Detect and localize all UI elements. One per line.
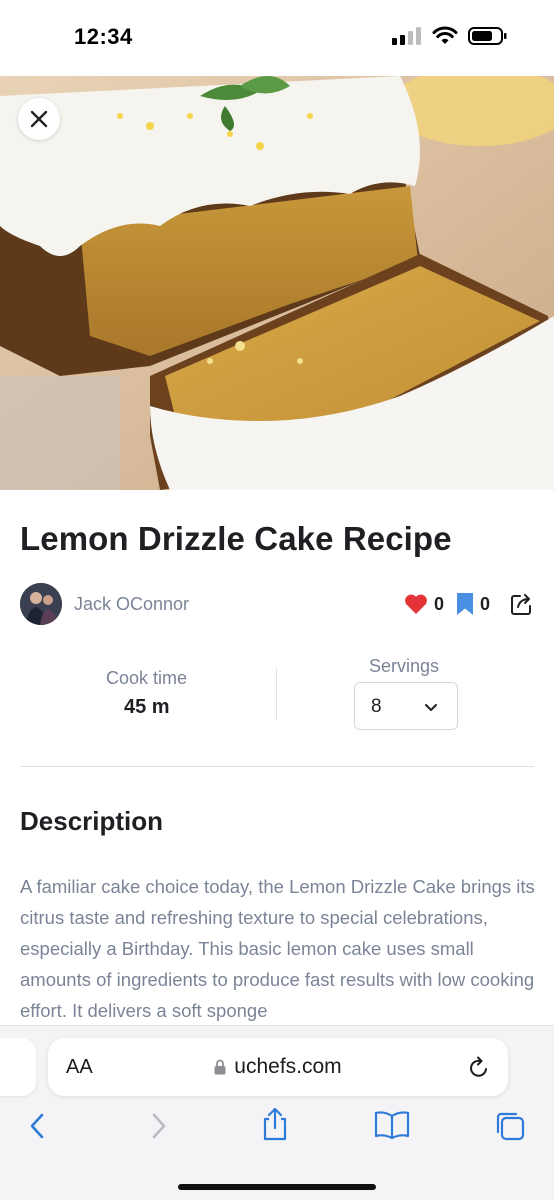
- like-button[interactable]: 0: [404, 593, 444, 615]
- share-button[interactable]: [510, 592, 534, 616]
- back-icon[interactable]: [26, 1110, 50, 1142]
- servings-select[interactable]: 8: [354, 682, 458, 730]
- recipe-meta: Cook time 45 m Servings 8: [20, 656, 534, 736]
- section-divider: [20, 766, 534, 767]
- bookmark-count: 0: [479, 593, 490, 614]
- like-count: 0: [433, 593, 444, 614]
- heart-icon: [405, 594, 427, 614]
- bookmark-button[interactable]: 0: [456, 592, 490, 616]
- home-indicator: [178, 1184, 376, 1190]
- close-icon: [30, 110, 48, 128]
- servings-value: 8: [371, 696, 382, 717]
- chevron-down-icon: [425, 704, 437, 711]
- bookmarks-icon[interactable]: [374, 1110, 410, 1140]
- recipe-title: Lemon Drizzle Cake Recipe: [20, 520, 452, 557]
- avatar-image: [20, 583, 62, 625]
- author-name[interactable]: Jack OConnor: [74, 594, 189, 615]
- author-row: Jack OConnor 0 0: [20, 583, 534, 625]
- servings-label: Servings: [369, 656, 440, 676]
- status-time: 12:34: [74, 24, 133, 49]
- address-bar[interactable]: AA uchefs.com: [48, 1038, 508, 1096]
- close-button[interactable]: [18, 98, 60, 140]
- meta-divider: [276, 668, 277, 720]
- share-sheet-icon[interactable]: [260, 1106, 290, 1142]
- signal-icon: [392, 27, 421, 45]
- recipe-actions: 0 0: [392, 592, 534, 616]
- share-icon: [511, 594, 531, 615]
- browser-chrome: AA uchefs.com: [0, 1025, 554, 1200]
- status-bar: 12:34: [0, 0, 554, 76]
- hero-image: [0, 76, 554, 490]
- description-heading: Description: [20, 806, 164, 836]
- status-icons: [392, 26, 508, 46]
- battery-icon: [468, 27, 507, 45]
- forward-icon[interactable]: [146, 1110, 170, 1142]
- url-text: uchefs.com: [234, 1055, 342, 1078]
- bookmark-icon: [456, 593, 473, 615]
- lock-icon: [214, 1059, 226, 1075]
- previous-tab-preview[interactable]: [0, 1038, 36, 1096]
- avatar[interactable]: [20, 583, 62, 625]
- cake-illustration: [0, 76, 554, 490]
- cook-time-label: Cook time: [106, 668, 188, 688]
- wifi-icon: [432, 26, 458, 44]
- cook-time-value: 45 m: [124, 696, 170, 718]
- description-text: A familiar cake choice today, the Lemon …: [20, 876, 535, 1021]
- url-display[interactable]: uchefs.com: [48, 1055, 508, 1079]
- tabs-icon[interactable]: [494, 1110, 526, 1142]
- reload-icon[interactable]: [468, 1055, 490, 1079]
- browser-toolbar: [0, 1107, 554, 1150]
